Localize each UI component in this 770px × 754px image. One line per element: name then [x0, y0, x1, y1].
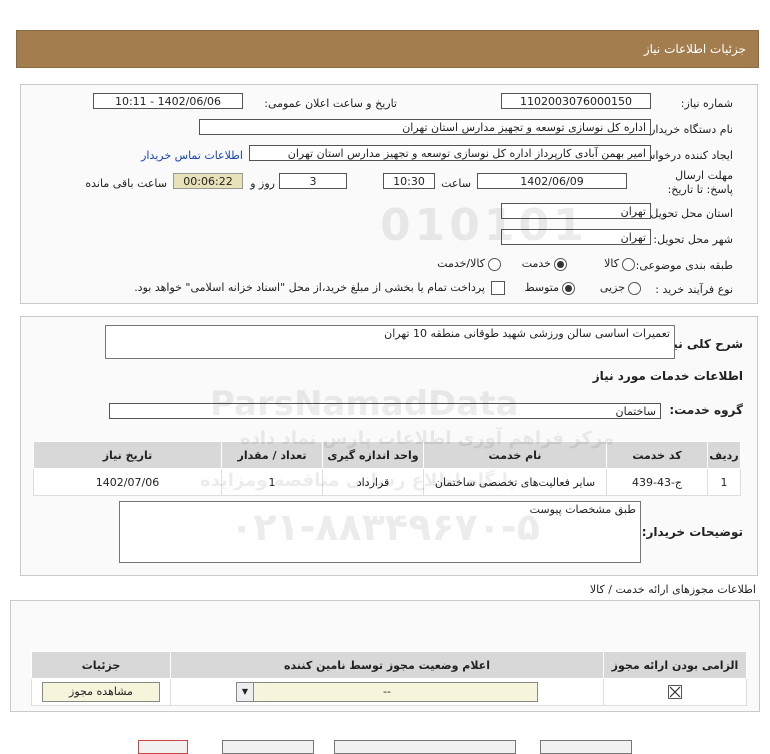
category-radio-both[interactable] [488, 258, 501, 271]
category-radio-service[interactable] [554, 258, 567, 271]
process-radio-minor[interactable] [628, 282, 641, 295]
page-title: جزئیات اطلاعات نیاز [643, 42, 746, 56]
time-label: ساعت [441, 177, 471, 190]
permits-details-cell: مشاهده مجوز [31, 678, 171, 706]
buyer-org-field: اداره کل نوسازی توسعه و تجهیز مدارس استا… [199, 119, 651, 135]
cell-service-name: سایر فعالیت‌های تخصصی ساختمان [423, 468, 607, 496]
cell-row-number: 1 [707, 468, 741, 496]
cell-quantity: 1 [221, 468, 323, 496]
deadline-label: مهلت ارسال پاسخ: تا تاریخ: [667, 169, 733, 196]
group-label: گروه خدمت: [669, 403, 743, 417]
permit-status-select[interactable]: -- ▼ [236, 682, 538, 702]
permits-col-status: اعلام وضعیت مجوز توسط نامین کننده [170, 651, 604, 679]
category-option-both: کالا/خدمت [437, 257, 485, 270]
buyer-notes-label: توضیحات خریدار: [641, 525, 743, 539]
bottom-button-4[interactable] [540, 740, 632, 754]
summary-panel: شرح کلی نیاز: تعمیرات اساسی سالن ورزشی ش… [20, 316, 758, 576]
permits-panel: الزامی بودن ارائه مجوز اعلام وضعیت مجوز … [10, 600, 760, 712]
city-field: تهران [501, 229, 651, 245]
contact-buyer-link[interactable]: اطلاعات تماس خریدار [141, 149, 243, 162]
col-header-service-code: کد خدمت [606, 441, 708, 469]
remaining-time-field: 00:06:22 [173, 173, 243, 189]
payment-note: پرداخت تمام یا بخشی از مبلغ خرید،از محل … [134, 281, 485, 294]
permits-col-details: جزئیات [31, 651, 171, 679]
page-header: جزئیات اطلاعات نیاز [16, 30, 759, 68]
col-header-service-name: نام خدمت [423, 441, 607, 469]
col-header-unit: واحد اندازه گیری [322, 441, 424, 469]
permits-table: الزامی بودن ارائه مجوز اعلام وضعیت مجوز … [31, 651, 747, 706]
category-option-goods: کالا [604, 257, 619, 270]
table-header-row: ردیف کد خدمت نام خدمت واحد اندازه گیری ت… [33, 441, 741, 469]
cell-need-date: 1402/07/06 [33, 468, 222, 496]
services-table: ردیف کد خدمت نام خدمت واحد اندازه گیری ت… [33, 441, 741, 496]
buyer-notes-field: طبق مشخصات پیوست [119, 501, 641, 563]
cell-unit: قرارداد [322, 468, 424, 496]
view-permit-button[interactable]: مشاهده مجوز [42, 682, 160, 702]
announce-field: 1402/06/06 - 10:11 [93, 93, 243, 109]
desc-field: تعمیرات اساسی سالن ورزشی شهید طوقانی منط… [105, 325, 675, 359]
permits-title: اطلاعات مجوزهای ارائه خدمت / کالا [589, 583, 756, 596]
col-header-need-date: تاریخ نیاز [33, 441, 222, 469]
cell-service-code: ج-43-439 [606, 468, 708, 496]
permits-header-row: الزامی بودن ارائه مجوز اعلام وضعیت مجوز … [31, 651, 747, 679]
deadline-date-field: 1402/06/09 [477, 173, 627, 189]
required-checkbox[interactable] [668, 685, 682, 699]
category-radio-goods[interactable] [622, 258, 635, 271]
col-header-quantity: تعداد / مقدار [221, 441, 323, 469]
days-label: روز و [250, 177, 275, 190]
permits-status-cell: -- ▼ [170, 678, 604, 706]
bottom-button-1[interactable] [138, 740, 188, 754]
buyer-org-label: نام دستگاه خریدار: [646, 123, 733, 136]
permits-required-cell [603, 678, 747, 706]
col-header-row-number: ردیف [707, 441, 741, 469]
remaining-label: ساعت باقی مانده [85, 177, 167, 190]
treasury-checkbox[interactable] [491, 281, 505, 295]
process-option-minor: جزیی [599, 281, 625, 294]
services-title: اطلاعات خدمات مورد نیاز [592, 369, 743, 383]
table-row: 1 ج-43-439 سایر فعالیت‌های تخصصی ساختمان… [33, 468, 741, 496]
cross-icon [669, 686, 681, 698]
creator-field: امیر بهمن آبادی کارپرداز اداره کل نوسازی… [249, 145, 651, 161]
need-number-field: 1102003076000150 [501, 93, 651, 109]
chevron-down-icon[interactable]: ▼ [237, 683, 254, 701]
city-label: شهر محل تحویل: [653, 233, 733, 246]
need-info-panel: شماره نیاز: 1102003076000150 تاریخ و ساع… [20, 84, 758, 304]
group-field: ساختمان [109, 403, 661, 419]
category-option-service: خدمت [521, 257, 551, 270]
process-label: نوع فرآیند خرید : [655, 283, 733, 296]
province-label: استان محل تحویل: [646, 207, 733, 220]
days-field: 3 [279, 173, 347, 189]
process-radio-medium[interactable] [562, 282, 575, 295]
announce-label: تاریخ و ساعت اعلان عمومی: [264, 97, 397, 110]
need-number-label: شماره نیاز: [680, 97, 733, 110]
category-label: طبقه بندی موضوعی: [635, 259, 733, 272]
bottom-button-3[interactable] [334, 740, 516, 754]
permits-col-required: الزامی بودن ارائه مجوز [603, 651, 747, 679]
bottom-button-2[interactable] [222, 740, 314, 754]
process-option-medium: متوسط [524, 281, 559, 294]
deadline-time-field: 10:30 [383, 173, 435, 189]
permits-row: -- ▼ مشاهده مجوز [31, 678, 747, 706]
province-field: تهران [501, 203, 651, 219]
permit-status-value: -- [383, 685, 391, 698]
